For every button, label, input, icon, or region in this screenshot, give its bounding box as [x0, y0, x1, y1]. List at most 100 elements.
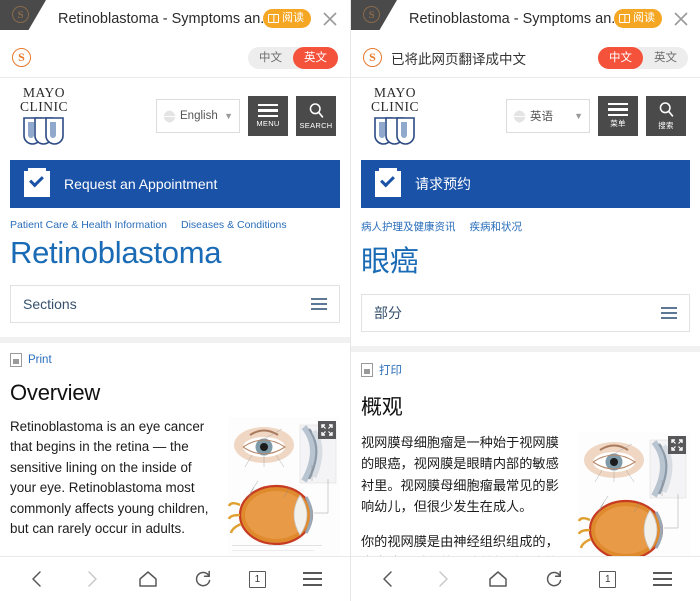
article-body: 打印 概观 视网膜母细胞瘤是一种始于视网膜的眼癌，视网膜是眼睛内部的敏感衬里。视… — [351, 352, 700, 556]
overview-paragraph-1: 视网膜母细胞瘤是一种始于视网膜的眼癌，视网膜是眼睛内部的敏感衬里。视网膜母细胞瘤… — [361, 435, 559, 515]
close-tab-button[interactable] — [671, 9, 691, 29]
expand-image-button[interactable] — [318, 421, 336, 439]
menu-button-label: MENU — [256, 119, 280, 129]
page-title: 眼癌 — [361, 246, 419, 278]
expand-image-button[interactable] — [668, 436, 686, 454]
menu-button[interactable]: 菜单 — [598, 96, 638, 136]
home-icon — [489, 571, 507, 587]
reload-button[interactable] — [545, 570, 563, 588]
browser-tab-bar: S Retinoblastoma - Symptoms an... 阅读 — [0, 0, 350, 38]
header-controls: 英语 ▼ 菜单 搜索 — [506, 96, 686, 136]
print-icon — [361, 363, 373, 377]
book-icon — [268, 14, 279, 23]
back-icon — [383, 571, 392, 587]
eye-anatomy-figure[interactable] — [578, 432, 690, 556]
menu-button[interactable]: MENU — [248, 96, 288, 136]
search-button-label: SEARCH — [299, 121, 333, 130]
tab-title[interactable]: Retinoblastoma - Symptoms an... — [409, 0, 623, 38]
request-appointment-banner[interactable]: Request an Appointment — [10, 160, 340, 208]
expand-icon — [321, 424, 333, 436]
sections-container: Sections — [0, 271, 350, 323]
sogou-logo-icon: S — [12, 6, 29, 23]
lang-option-chinese[interactable]: 中文 — [598, 47, 643, 69]
sections-label: 部分 — [374, 305, 402, 321]
chevron-down-icon: ▼ — [224, 111, 233, 121]
calendar-check-icon — [375, 168, 401, 197]
webpage-viewport: MAYO CLINIC — [0, 78, 350, 556]
overview-paragraph-1: Retinoblastoma is an eye cancer that beg… — [10, 419, 209, 536]
breadcrumb-item-2[interactable]: Diseases & Conditions — [181, 219, 287, 231]
hamburger-icon — [258, 103, 278, 118]
sections-hamburger-icon — [661, 307, 677, 319]
book-icon — [619, 14, 630, 23]
search-button[interactable]: 搜索 — [646, 96, 686, 136]
print-label: Print — [28, 354, 52, 366]
back-button[interactable] — [28, 570, 46, 588]
home-button[interactable] — [138, 570, 158, 588]
browser-bottom-nav: 1 — [351, 556, 700, 601]
dual-pane-screenshot: S Retinoblastoma - Symptoms an... 阅读 S 中… — [0, 0, 700, 601]
home-icon — [138, 571, 157, 587]
site-header: MAYO CLINIC — [0, 78, 350, 154]
reload-icon — [196, 570, 211, 587]
translate-language-toggle[interactable]: 中文 英文 — [248, 47, 338, 69]
hamburger-icon — [608, 102, 628, 117]
overview-paragraph-2: Your retina is made up of nerve tissue t… — [10, 552, 218, 556]
site-header: MAYO CLINIC — [351, 78, 700, 154]
sections-dropdown[interactable]: 部分 — [361, 294, 690, 332]
sogou-translate-icon: S — [363, 48, 382, 67]
expand-icon — [671, 439, 683, 451]
eye-anatomy-image[interactable] — [228, 417, 340, 556]
print-link[interactable]: 打印 — [361, 362, 690, 378]
search-button[interactable]: SEARCH — [296, 96, 336, 136]
lang-option-english[interactable]: 英文 — [293, 47, 338, 69]
overview-heading: Overview — [10, 380, 101, 405]
breadcrumb-item-1[interactable]: 病人护理及健康资讯 — [361, 219, 456, 234]
mayo-shield-icon — [14, 116, 74, 146]
sogou-logo-icon: S — [363, 6, 380, 23]
mayo-shield-icon — [365, 116, 425, 146]
language-select[interactable]: English ▼ — [156, 99, 240, 133]
lang-option-chinese[interactable]: 中文 — [248, 47, 293, 69]
eye-anatomy-figure[interactable]: Anatomy of the — [228, 417, 340, 556]
reload-icon — [546, 570, 562, 587]
close-icon — [674, 12, 688, 26]
home-button[interactable] — [488, 570, 508, 588]
header-controls: English ▼ MENU SEARCH — [156, 96, 336, 136]
menu-button-label: 菜单 — [610, 119, 626, 129]
language-select[interactable]: 英语 ▼ — [506, 99, 590, 133]
forward-button[interactable] — [83, 570, 101, 588]
browser-menu-button[interactable] — [652, 572, 672, 586]
overview-text: Retinoblastoma is an eye cancer that beg… — [10, 417, 218, 556]
sections-hamburger-icon — [311, 298, 327, 310]
tab-count-button[interactable]: 1 — [599, 570, 617, 588]
globe-icon — [513, 110, 526, 122]
left-pane-english: S Retinoblastoma - Symptoms an... 阅读 S 中… — [0, 0, 350, 601]
mayo-clinic-logo[interactable]: MAYO CLINIC — [14, 86, 74, 146]
tab-title[interactable]: Retinoblastoma - Symptoms an... — [58, 0, 272, 38]
reload-button[interactable] — [194, 570, 212, 588]
breadcrumb-item-1[interactable]: Patient Care & Health Information — [10, 219, 167, 231]
close-tab-button[interactable] — [320, 9, 340, 29]
print-link[interactable]: Print — [10, 353, 340, 367]
sections-dropdown[interactable]: Sections — [10, 285, 340, 323]
browser-menu-button[interactable] — [302, 572, 322, 586]
overview-heading: 概观 — [361, 396, 403, 419]
eye-anatomy-image[interactable] — [578, 432, 690, 556]
back-button[interactable] — [379, 570, 397, 588]
tab-count-button[interactable]: 1 — [248, 570, 266, 588]
request-appointment-label: 请求预约 — [415, 176, 471, 192]
lang-option-english[interactable]: 英文 — [643, 47, 688, 69]
request-appointment-banner[interactable]: 请求预约 — [361, 160, 690, 208]
translate-language-toggle[interactable]: 中文 英文 — [598, 47, 688, 69]
webpage-viewport: MAYO CLINIC — [351, 78, 700, 556]
breadcrumb-item-2[interactable]: 疾病和状况 — [470, 219, 523, 234]
translate-message: 已将此网页翻译成中文 — [391, 51, 526, 67]
read-mode-badge[interactable]: 阅读 — [263, 9, 311, 28]
chevron-down-icon: ▼ — [574, 111, 583, 121]
globe-icon — [163, 110, 176, 122]
breadcrumb: Patient Care & Health Information Diseas… — [0, 208, 350, 231]
read-mode-badge[interactable]: 阅读 — [614, 9, 662, 28]
mayo-clinic-logo[interactable]: MAYO CLINIC — [365, 86, 425, 146]
forward-button[interactable] — [434, 570, 452, 588]
